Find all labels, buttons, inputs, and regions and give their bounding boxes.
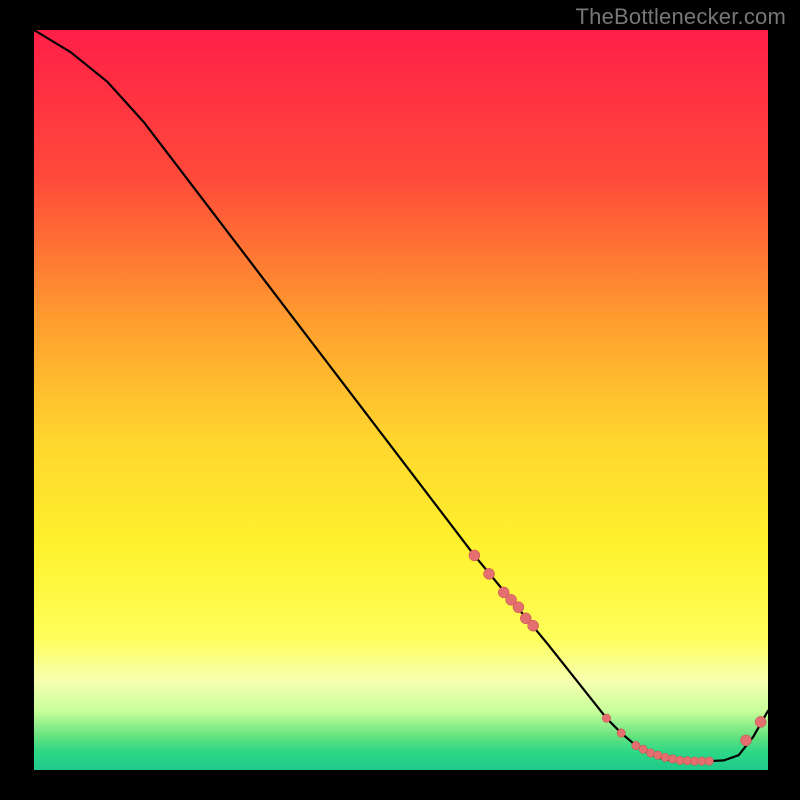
chart-svg bbox=[34, 30, 768, 770]
data-point bbox=[528, 620, 539, 631]
data-point bbox=[740, 735, 751, 746]
data-point bbox=[654, 751, 662, 759]
data-point bbox=[484, 568, 495, 579]
plot-area bbox=[34, 30, 768, 770]
data-point bbox=[469, 550, 480, 561]
data-point bbox=[668, 755, 676, 763]
data-point bbox=[602, 714, 610, 722]
data-point bbox=[705, 757, 713, 765]
watermark-text: TheBottlenecker.com bbox=[576, 4, 786, 30]
data-point bbox=[632, 741, 640, 749]
chart-frame: TheBottlenecker.com bbox=[0, 0, 800, 800]
data-point bbox=[639, 745, 647, 753]
data-point bbox=[755, 716, 766, 727]
data-point bbox=[646, 749, 654, 757]
data-point bbox=[661, 753, 669, 761]
gradient-background bbox=[34, 30, 768, 770]
data-point bbox=[513, 602, 524, 613]
data-point bbox=[617, 729, 625, 737]
